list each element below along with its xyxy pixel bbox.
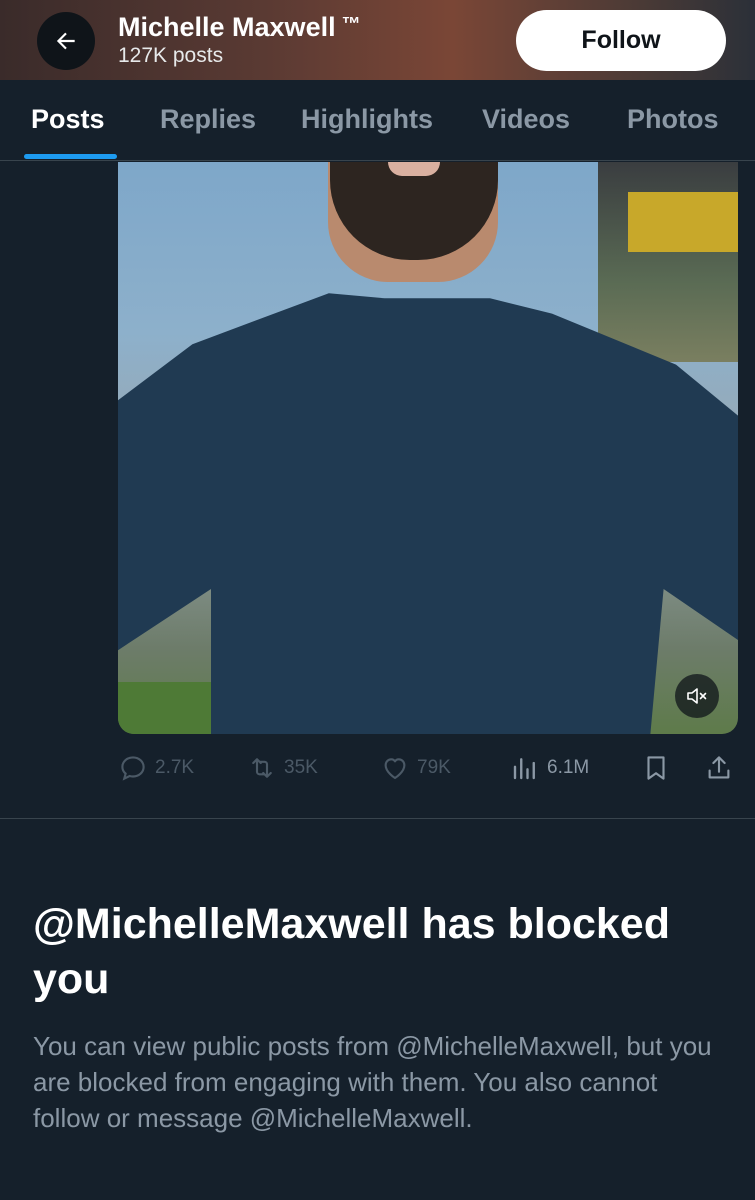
section-divider [0, 818, 755, 819]
post-action-bar: 2.7K 35K 79K 6.1M [0, 748, 755, 788]
profile-name: Michelle Maxwell [118, 12, 336, 42]
views-count: 6.1M [547, 757, 590, 778]
video-person-mouth [388, 162, 440, 176]
profile-header: Michelle Maxwell ™ 127K posts Follow [0, 0, 755, 80]
post-video[interactable] [118, 162, 738, 734]
blocked-title: @MichelleMaxwell has blocked you [33, 900, 670, 1003]
tab-highlights[interactable]: Highlights [301, 104, 433, 135]
video-background-stand [628, 192, 738, 252]
tab-posts[interactable]: Posts [31, 104, 105, 135]
repost-icon [252, 758, 272, 778]
mute-icon [687, 688, 707, 704]
reply-count: 2.7K [155, 757, 195, 778]
post-count: 127K posts [118, 44, 224, 67]
like-count: 79K [417, 757, 451, 778]
like-icon [384, 758, 406, 780]
views-icon [513, 758, 535, 780]
follow-button[interactable]: Follow [516, 10, 726, 71]
share-icon [708, 756, 730, 779]
repost-action[interactable]: 35K [247, 748, 318, 788]
bookmark-icon [647, 756, 665, 780]
profile-tabs: Posts Replies Highlights Videos Photos [0, 80, 755, 161]
tab-replies[interactable]: Replies [160, 104, 256, 135]
blocked-message: You can view public posts from @Michelle… [33, 1031, 712, 1133]
like-action[interactable]: 79K [380, 748, 451, 788]
bookmark-action[interactable] [641, 748, 671, 788]
reply-icon [121, 756, 145, 781]
reply-action[interactable]: 2.7K [118, 748, 194, 788]
back-button[interactable] [37, 12, 95, 70]
profile-name-container: Michelle Maxwell ™ [118, 12, 361, 43]
views-action[interactable]: 6.1M [510, 748, 589, 788]
mute-toggle-button[interactable] [675, 674, 719, 718]
active-tab-indicator [24, 154, 117, 159]
trademark-symbol: ™ [341, 14, 361, 35]
tab-photos[interactable]: Photos [627, 104, 719, 135]
repost-count: 35K [284, 757, 318, 778]
back-arrow-icon [56, 32, 75, 50]
tab-videos[interactable]: Videos [482, 104, 570, 135]
share-action[interactable] [704, 748, 734, 788]
